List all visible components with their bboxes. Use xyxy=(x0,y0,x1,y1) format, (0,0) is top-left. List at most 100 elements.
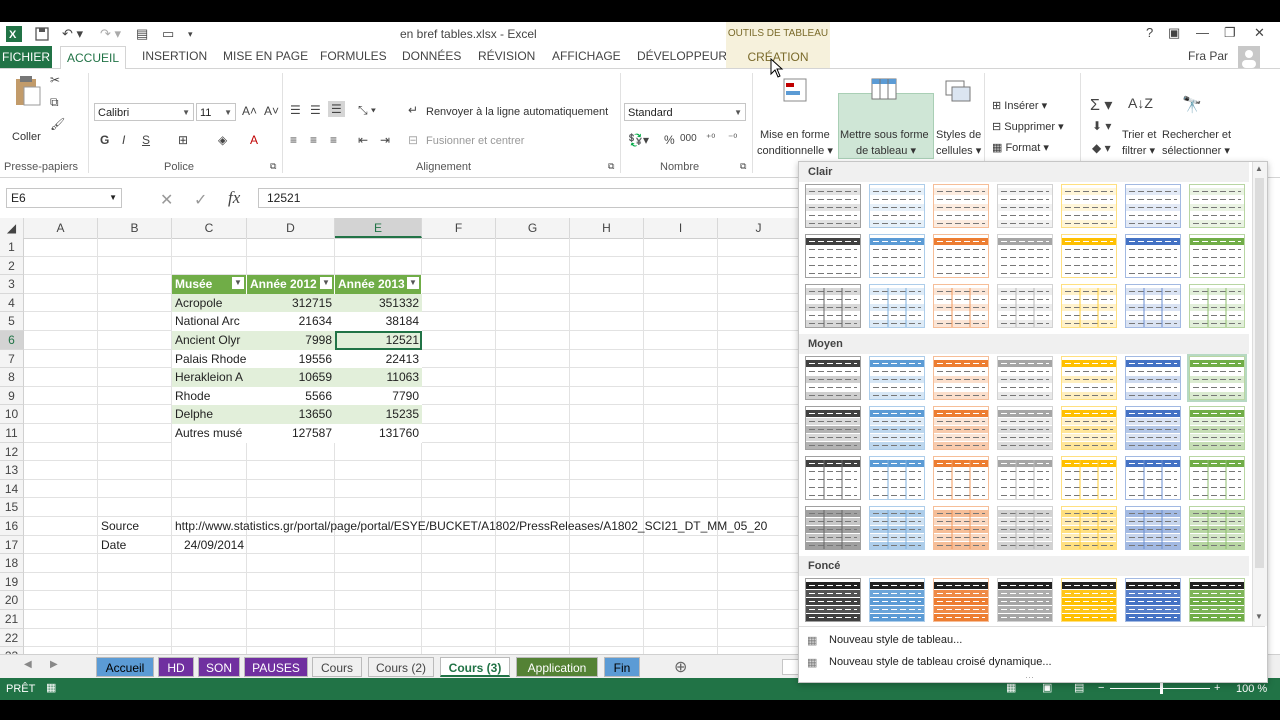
wrap-text-button[interactable]: Renvoyer à la ligne automatiquement xyxy=(426,106,608,118)
new-sheet-icon[interactable]: ⊕ xyxy=(674,657,687,677)
redo-icon[interactable]: ↷ ▾ xyxy=(100,25,121,43)
tab-donnees[interactable]: DONNÉES xyxy=(402,49,461,63)
select-all-corner[interactable]: ◢ xyxy=(0,218,24,238)
row-header[interactable]: 10 xyxy=(0,405,24,424)
autosum-icon[interactable]: Σ ▾ xyxy=(1090,95,1112,115)
align-right-icon[interactable]: ≡ xyxy=(330,133,337,147)
sheet-tab[interactable]: Cours (2) xyxy=(368,657,434,677)
tab-revision[interactable]: RÉVISION xyxy=(478,49,535,63)
sheet-tab[interactable]: SON xyxy=(198,657,240,677)
table-style-thumbnail[interactable] xyxy=(1189,284,1245,328)
row-header[interactable]: 11 xyxy=(0,424,24,443)
column-header-f[interactable]: F xyxy=(422,218,496,238)
row-header[interactable]: 5 xyxy=(0,312,24,331)
column-header-e[interactable]: E xyxy=(335,218,422,238)
new-table-style-item[interactable]: Nouveau style de tableau... xyxy=(829,634,962,646)
table-cell[interactable]: 5566 xyxy=(247,386,335,406)
sheet-tab[interactable]: PAUSES xyxy=(244,657,308,677)
zoom-in-icon[interactable]: + xyxy=(1214,682,1220,694)
table-cell[interactable]: 11063 xyxy=(335,368,422,387)
table-cell[interactable]: Acropole xyxy=(172,293,247,313)
fill-color-icon[interactable]: ◈ xyxy=(218,133,227,147)
zoom-slider-thumb[interactable] xyxy=(1160,683,1163,694)
minimize-button[interactable]: — xyxy=(1196,25,1209,40)
table-cell[interactable]: 21634 xyxy=(247,312,335,331)
fill-icon[interactable]: ⬇ ▾ xyxy=(1092,119,1111,133)
name-box[interactable]: E6 ▼ xyxy=(6,188,122,208)
table-style-thumbnail[interactable] xyxy=(997,184,1053,228)
row-header[interactable]: 7 xyxy=(0,349,24,369)
table-header-cell[interactable]: Année 2013 ▼ xyxy=(335,275,422,294)
format-as-table-icon[interactable] xyxy=(870,75,902,105)
row-header[interactable]: 4 xyxy=(0,293,24,313)
table-style-thumbnail[interactable] xyxy=(869,184,925,228)
save-icon[interactable] xyxy=(34,25,50,43)
table-style-thumbnail[interactable] xyxy=(1189,234,1245,278)
alignment-dialog-launcher-icon[interactable]: ⧉ xyxy=(608,161,614,172)
table-style-thumbnail[interactable] xyxy=(1061,234,1117,278)
decrease-indent-icon[interactable]: ⇤ xyxy=(358,133,368,147)
table-style-thumbnail[interactable] xyxy=(1187,354,1247,402)
date-label-cell[interactable]: Date xyxy=(98,536,172,555)
increase-decimal-icon[interactable]: ⁺⁰ xyxy=(706,133,715,144)
column-header-h[interactable]: H xyxy=(570,218,644,238)
table-style-thumbnail[interactable] xyxy=(1125,406,1181,450)
table-style-thumbnail[interactable] xyxy=(805,578,861,622)
table-style-thumbnail[interactable] xyxy=(1125,284,1181,328)
cell-styles-icon[interactable] xyxy=(944,75,974,105)
grow-font-icon[interactable]: A˄ xyxy=(242,104,257,118)
underline-button[interactable]: S xyxy=(142,133,150,147)
table-style-thumbnail[interactable] xyxy=(1125,356,1181,400)
borders-icon[interactable]: ⊞ xyxy=(178,133,188,147)
row-header[interactable]: 21 xyxy=(0,610,24,629)
cell-styles-button[interactable]: Styles de xyxy=(936,129,981,141)
table-cell[interactable]: 13650 xyxy=(247,405,335,424)
table-style-thumbnail[interactable] xyxy=(933,234,989,278)
table-style-thumbnail[interactable] xyxy=(933,578,989,622)
column-header-c[interactable]: C xyxy=(172,218,247,238)
table-cell[interactable]: 19556 xyxy=(247,349,335,369)
font-color-icon[interactable]: A xyxy=(250,133,258,147)
scroll-up-icon[interactable]: ▲ xyxy=(1255,164,1263,173)
row-header[interactable]: 22 xyxy=(0,628,24,648)
sort-filter-icon[interactable]: A↓Z xyxy=(1128,95,1153,111)
table-style-thumbnail[interactable] xyxy=(805,456,861,500)
row-header[interactable]: 12 xyxy=(0,442,24,462)
table-style-thumbnail[interactable] xyxy=(1061,356,1117,400)
table-style-thumbnail[interactable] xyxy=(997,406,1053,450)
align-middle-icon[interactable]: ☰ xyxy=(310,103,321,117)
wrap-text-icon[interactable]: ↵ xyxy=(408,103,418,117)
row-header[interactable]: 18 xyxy=(0,554,24,573)
sheet-tab[interactable]: Cours xyxy=(312,657,362,677)
macro-record-icon[interactable]: ▦ xyxy=(46,681,56,694)
row-header[interactable]: 8 xyxy=(0,368,24,387)
filter-dropdown-icon[interactable]: ▼ xyxy=(407,277,419,290)
formula-input[interactable]: 12521 xyxy=(258,188,798,208)
table-style-thumbnail[interactable] xyxy=(1061,184,1117,228)
tab-affichage[interactable]: AFFICHAGE xyxy=(552,49,621,63)
tab-developpeur[interactable]: DÉVELOPPEUR xyxy=(637,49,727,63)
help-icon[interactable]: ? xyxy=(1146,25,1153,40)
cell-styles-button-line2[interactable]: cellules ▾ xyxy=(936,144,981,157)
zoom-level[interactable]: 100 % xyxy=(1236,683,1267,695)
table-cell[interactable]: Ancient Olyr xyxy=(172,331,247,350)
table-style-thumbnail[interactable] xyxy=(1061,406,1117,450)
ribbon-display-icon[interactable]: ▣ xyxy=(1168,25,1180,41)
table-style-thumbnail[interactable] xyxy=(1189,184,1245,228)
table-style-thumbnail[interactable] xyxy=(805,356,861,400)
column-header-d[interactable]: D xyxy=(247,218,335,238)
insert-function-icon[interactable]: fx xyxy=(228,188,240,208)
table-cell[interactable]: 15235 xyxy=(335,405,422,424)
sheet-tab[interactable]: Application xyxy=(516,657,598,677)
row-header[interactable]: 20 xyxy=(0,591,24,610)
table-cell[interactable]: 312715 xyxy=(247,293,335,313)
accounting-format-icon[interactable]: 💱▾ xyxy=(628,133,649,147)
row-header[interactable]: 17 xyxy=(0,535,24,555)
conditional-format-button-line2[interactable]: conditionnelle ▾ xyxy=(757,144,833,157)
orientation-icon[interactable]: ⤡ ▾ xyxy=(358,103,376,118)
source-url-cell[interactable]: http://www.statistics.gr/portal/page/por… xyxy=(172,517,800,536)
table-header-cell[interactable]: Musée ▼ xyxy=(172,275,247,294)
table-style-thumbnail[interactable] xyxy=(1125,456,1181,500)
table-style-thumbnail[interactable] xyxy=(1189,578,1245,622)
table-style-thumbnail[interactable] xyxy=(1189,456,1245,500)
